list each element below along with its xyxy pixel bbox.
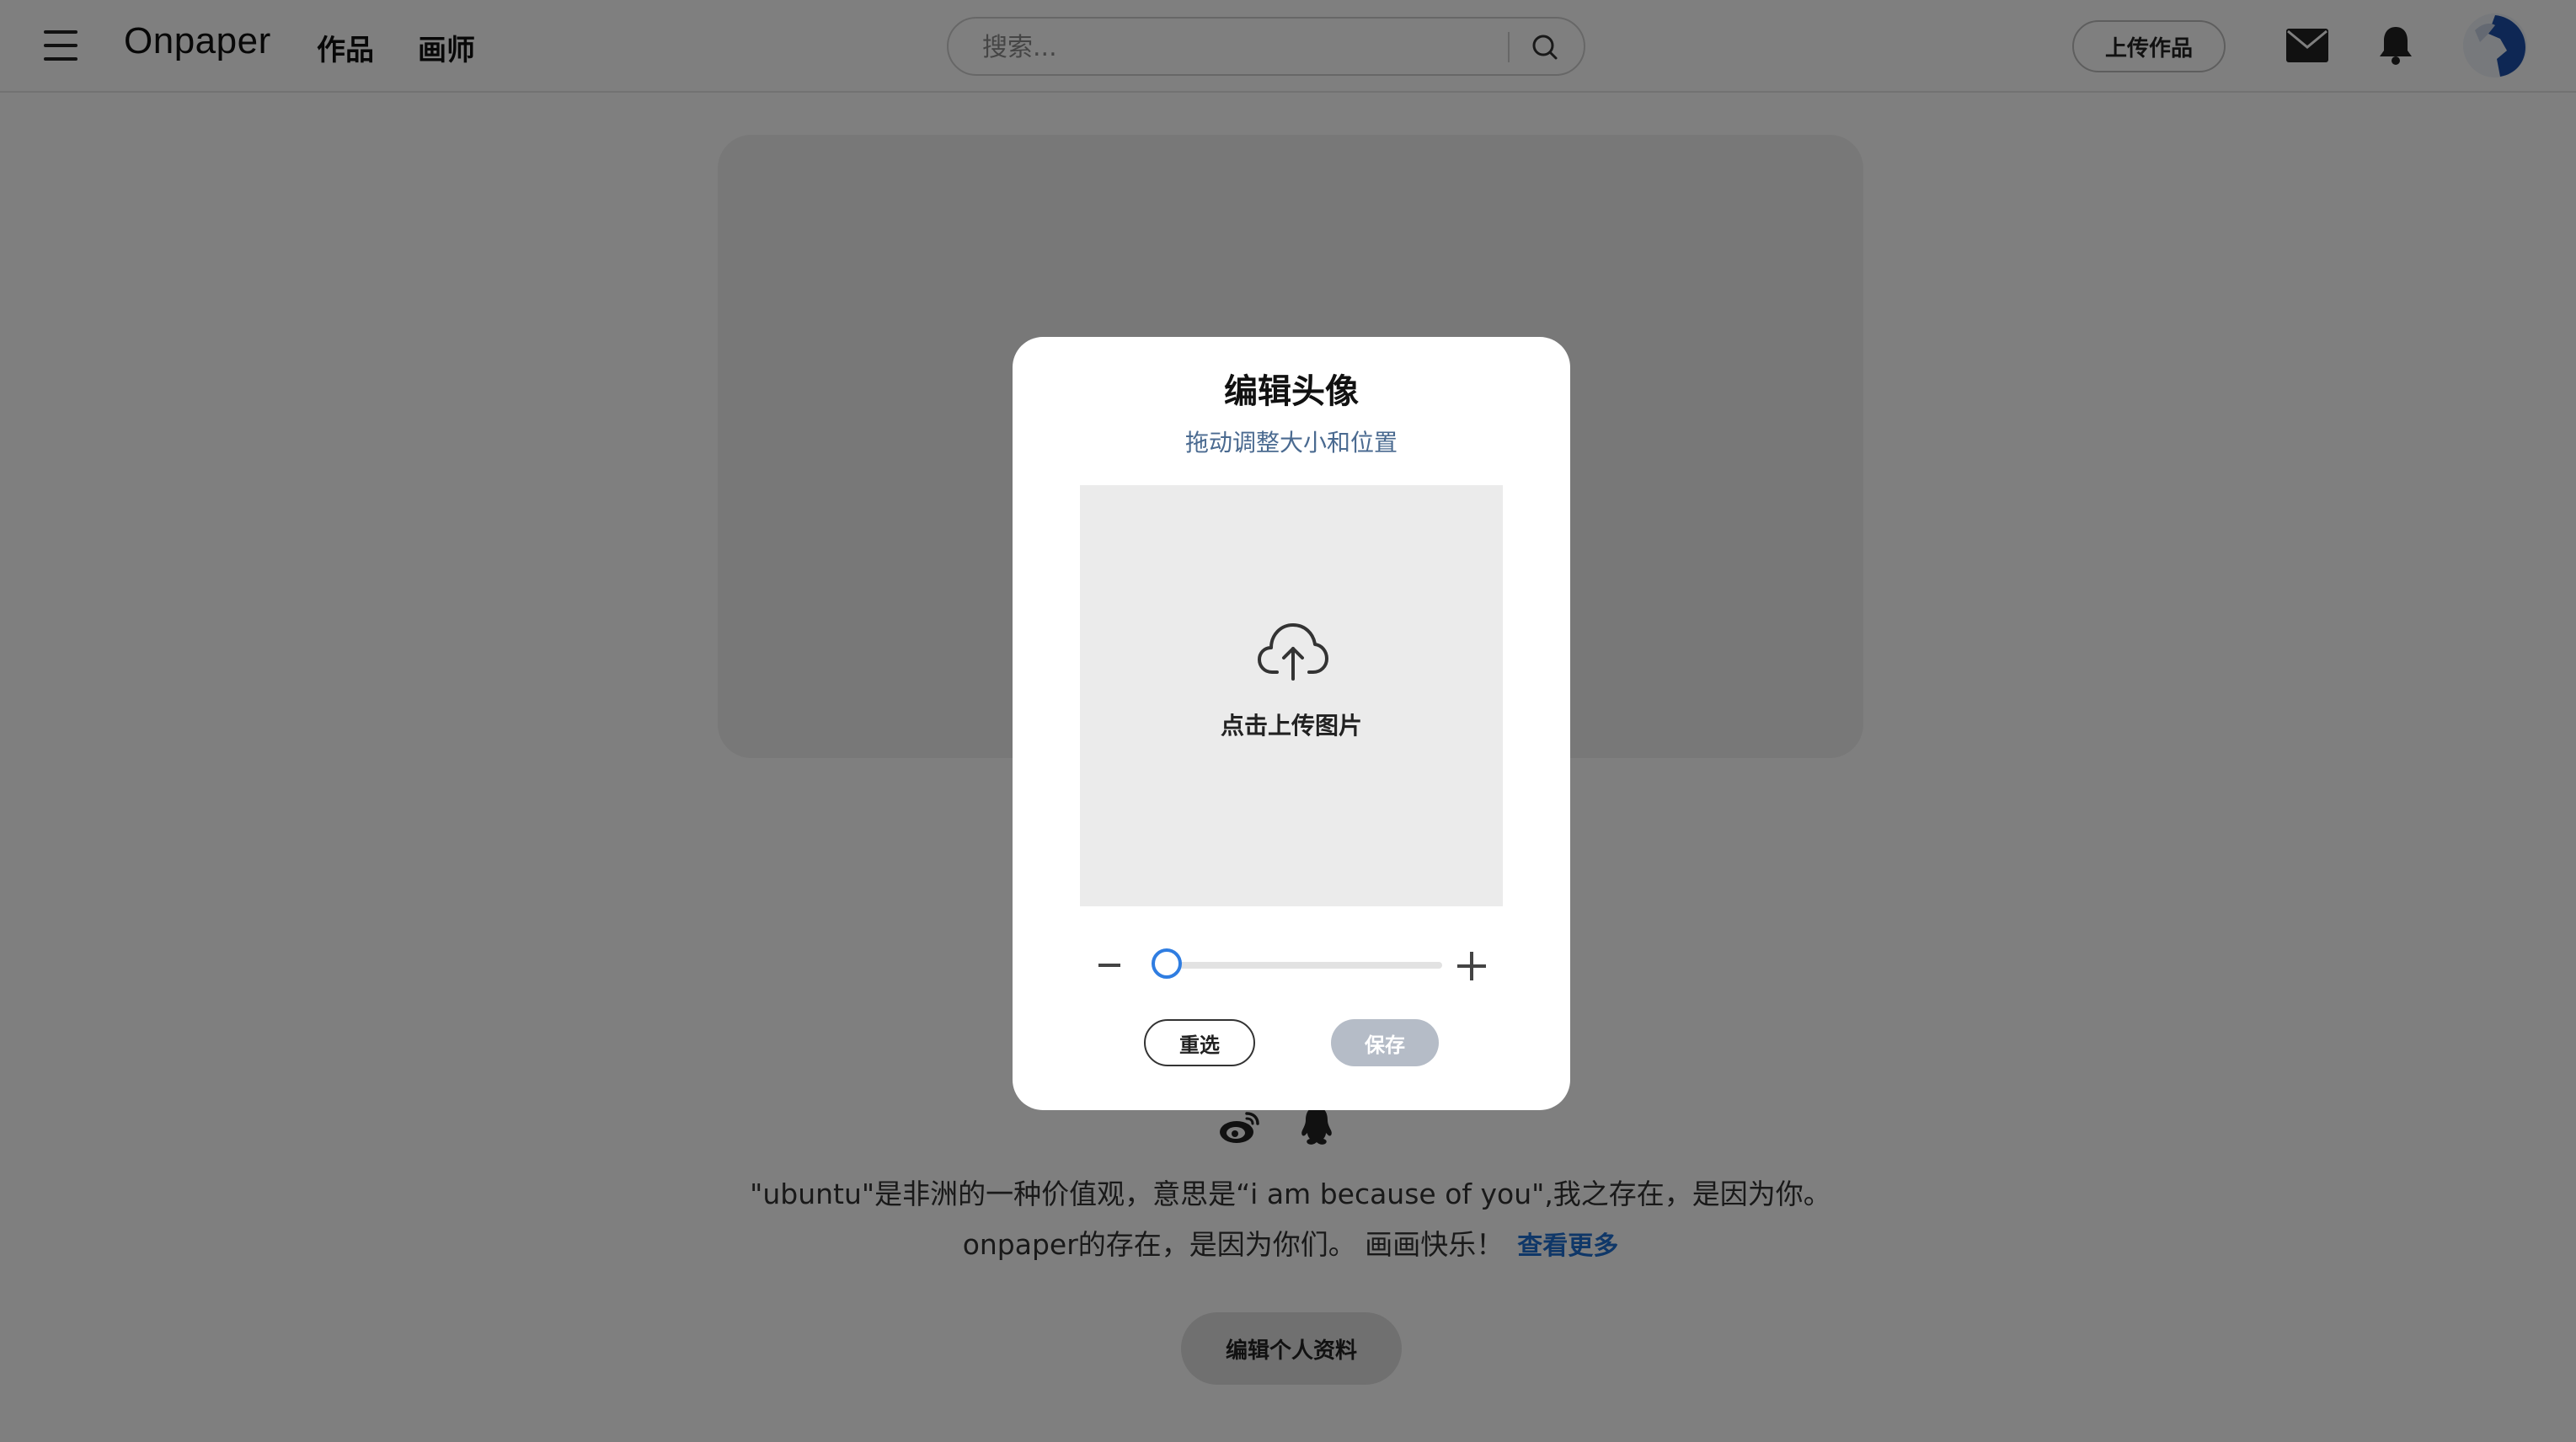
- modal-title: 编辑头像: [1224, 372, 1359, 411]
- upload-drop-area[interactable]: 点击上传图片: [1080, 485, 1503, 906]
- zoom-in-button[interactable]: [1457, 952, 1486, 980]
- cloud-upload-icon: [1258, 623, 1328, 681]
- save-button[interactable]: 保存: [1331, 1019, 1439, 1066]
- reselect-button[interactable]: 重选: [1144, 1019, 1255, 1066]
- zoom-slider-thumb[interactable]: [1152, 948, 1183, 979]
- upload-hint: 点击上传图片: [1220, 712, 1362, 740]
- zoom-out-button[interactable]: [1098, 953, 1122, 977]
- modal-subtitle: 拖动调整大小和位置: [1184, 429, 1398, 457]
- zoom-slider[interactable]: [1152, 948, 1442, 979]
- edit-avatar-modal: 编辑头像 拖动调整大小和位置 点击上传图片 重选 保存: [1013, 337, 1570, 1110]
